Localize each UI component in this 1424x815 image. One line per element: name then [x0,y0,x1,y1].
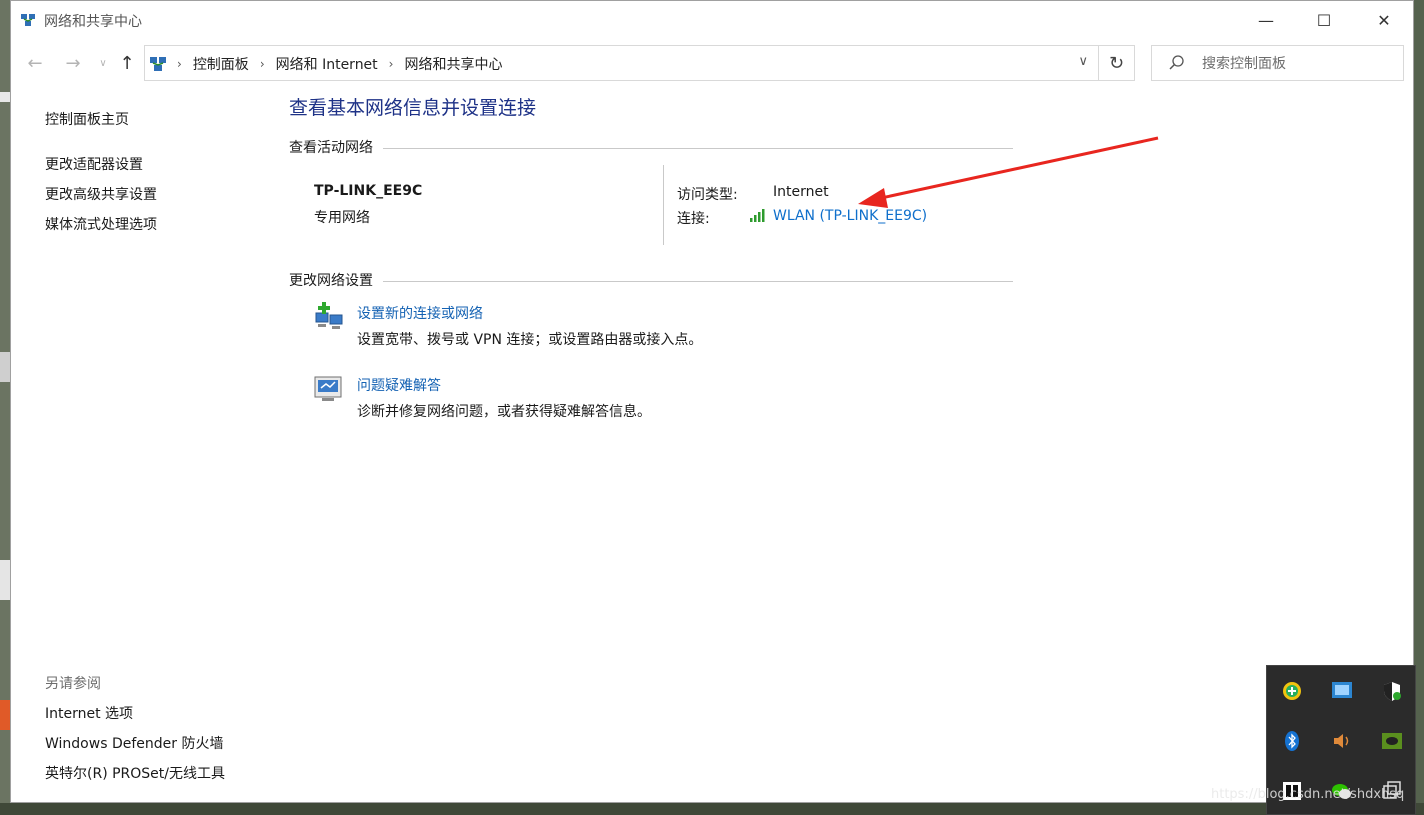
change-adapter-settings-link[interactable]: 更改适配器设置 [45,154,143,174]
up-button[interactable]: ↑ [115,51,139,75]
breadcrumb-separator[interactable]: › [389,57,394,71]
search-input[interactable] [1200,52,1394,76]
change-advanced-sharing-link[interactable]: 更改高级共享设置 [45,184,157,204]
breadcrumb-item-network-sharing-center[interactable]: 网络和共享中心 [404,54,502,74]
see-also-heading: 另请参阅 [45,676,101,692]
address-dropdown-button[interactable]: ∨ [1078,54,1088,69]
new-connection-icon [315,302,343,329]
change-settings-heading: 更改网络设置 [289,273,373,289]
maximize-button[interactable]: ☐ [1295,1,1353,39]
section-divider [383,148,1013,149]
network-name: TP-LINK_EE9C [314,183,423,199]
troubleshoot-icon [314,376,342,401]
breadcrumb-item-control-panel[interactable]: 控制面板 [193,54,249,74]
troubleshoot-problems-link[interactable]: 问题疑难解答 [357,375,441,395]
close-button[interactable]: ✕ [1355,1,1413,39]
section-divider [383,281,1013,282]
cloud-add-icon[interactable] [1281,680,1303,702]
forward-button[interactable]: → [61,51,85,75]
connections-label: 连接: [677,211,710,227]
setup-new-connection-description: 设置宽带、拨号或 VPN 连接；或设置路由器或接入点。 [357,332,703,348]
breadcrumb-separator: › [177,57,182,71]
access-type-value: Internet [773,184,829,200]
intel-graphics-icon[interactable] [1331,680,1353,702]
desktop-background-bottom [0,803,1424,815]
windows-defender-firewall-link[interactable]: Windows Defender 防火墙 [45,733,223,753]
wlan-connection-link[interactable]: WLAN (TP-LINK_EE9C) [773,208,927,224]
setup-new-connection-link[interactable]: 设置新的连接或网络 [357,303,483,323]
network-center-icon [21,14,35,26]
network-sharing-center-window: 网络和共享中心 — ☐ ✕ ← → ∨ ↑ › 控制面板 › 网络和 Inter… [10,0,1414,803]
breadcrumb-item-network-internet[interactable]: 网络和 Internet [276,54,378,74]
network-category-link[interactable]: 专用网络 [314,207,370,227]
breadcrumb: › 控制面板 › 网络和 Internet › 网络和共享中心 [177,54,502,74]
access-type-label: 访问类型: [677,187,738,203]
control-panel-icon [150,57,166,71]
minimize-button[interactable]: — [1237,1,1295,39]
window-title: 网络和共享中心 [44,14,142,30]
watermark-text: https://blog.csdn.net/shdxhsq [1211,787,1405,802]
page-title: 查看基本网络信息并设置连接 [289,97,537,119]
navigation-bar: ← → ∨ ↑ › 控制面板 › 网络和 Internet › 网络和共享中心 … [11,45,1413,83]
back-button[interactable]: ← [23,51,47,75]
network-divider [663,165,664,245]
troubleshoot-description: 诊断并修复网络问题，或者获得疑难解答信息。 [357,404,651,420]
intel-proset-link[interactable]: 英特尔(R) PROSet/无线工具 [45,763,225,783]
title-bar[interactable]: 网络和共享中心 — ☐ ✕ [11,1,1413,39]
desktop-background-left [0,0,10,815]
speaker-icon[interactable] [1331,730,1353,752]
nvidia-icon[interactable] [1381,730,1403,752]
recent-locations-button[interactable]: ∨ [91,51,115,75]
security-shield-icon[interactable] [1381,680,1403,702]
active-networks-heading: 查看活动网络 [289,140,373,156]
refresh-button[interactable]: ↻ [1099,45,1135,81]
bluetooth-icon[interactable] [1281,730,1303,752]
media-streaming-options-link[interactable]: 媒体流式处理选项 [45,214,157,234]
internet-options-link[interactable]: Internet 选项 [45,703,133,723]
search-icon [1169,55,1184,70]
wifi-signal-icon [750,209,765,222]
search-box[interactable] [1151,45,1404,81]
control-panel-home-link[interactable]: 控制面板主页 [45,109,129,129]
address-bar[interactable]: › 控制面板 › 网络和 Internet › 网络和共享中心 ∨ [144,45,1099,81]
breadcrumb-separator[interactable]: › [260,57,265,71]
